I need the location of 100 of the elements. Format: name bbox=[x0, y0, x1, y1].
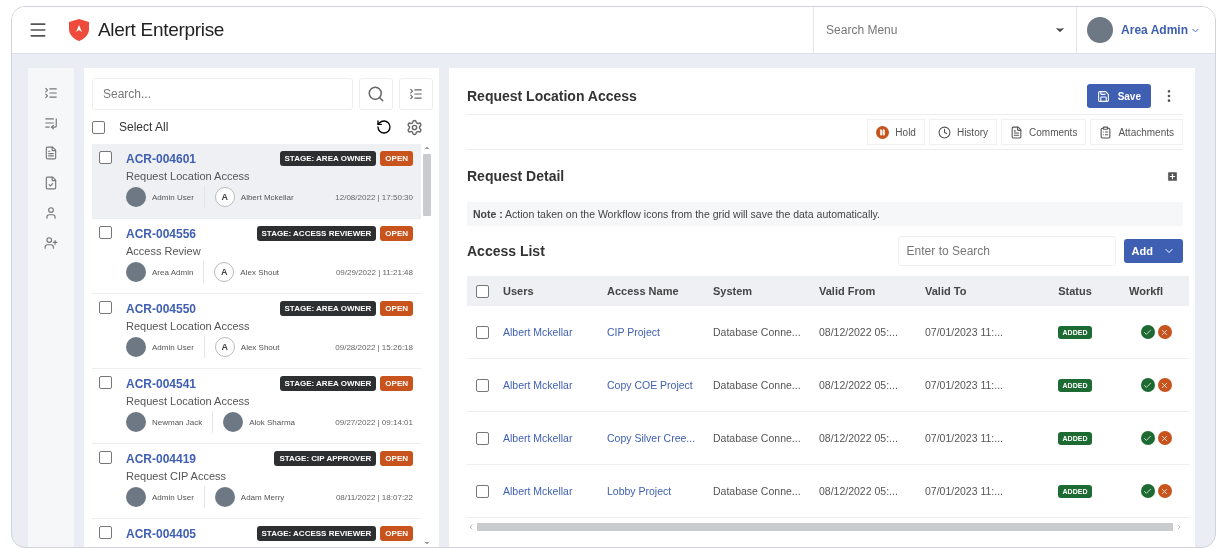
request-id-link[interactable]: ACR-004556 bbox=[126, 226, 197, 241]
status-tag: OPEN bbox=[380, 526, 413, 541]
scrollbar-thumb[interactable] bbox=[477, 523, 1173, 531]
expand-list-icon[interactable] bbox=[44, 116, 58, 130]
assignee-name: Albert Mckellar bbox=[240, 192, 294, 202]
stage-tag: STAGE: AREA OWNER bbox=[279, 376, 377, 391]
save-icon[interactable] bbox=[1096, 89, 1110, 103]
user-menu[interactable]: Area Admin bbox=[1121, 23, 1201, 37]
request-id-link[interactable]: ACR-004405 bbox=[126, 526, 197, 541]
request-checkbox[interactable] bbox=[99, 226, 112, 239]
user-link[interactable]: Albert Mckellar bbox=[503, 326, 573, 338]
collapse-list-icon[interactable] bbox=[44, 86, 58, 100]
access-name-link[interactable]: Copy COE Project bbox=[607, 379, 693, 391]
search-icon[interactable] bbox=[367, 85, 385, 103]
action-button[interactable]: Comments bbox=[1001, 119, 1087, 145]
request-checkbox[interactable] bbox=[99, 451, 112, 464]
page-title: Request Location Access bbox=[467, 88, 637, 104]
scrollbar-thumb[interactable] bbox=[423, 154, 431, 216]
reject-icon[interactable] bbox=[1157, 431, 1172, 445]
save-button[interactable]: Save bbox=[1086, 84, 1151, 108]
requester-name: Admin User bbox=[152, 192, 194, 202]
avatar-circle bbox=[126, 412, 146, 432]
row-checkbox[interactable] bbox=[475, 484, 489, 498]
table-cell: Database Conne... bbox=[713, 432, 801, 444]
approve-icon[interactable] bbox=[1140, 378, 1155, 392]
section-title: Access List bbox=[467, 243, 545, 259]
user-link[interactable]: Albert Mckellar bbox=[503, 432, 573, 444]
clipboard-icon bbox=[1099, 125, 1113, 139]
table-cell: 07/01/2023 11:... bbox=[925, 432, 1004, 444]
status-tag: OPEN bbox=[380, 451, 413, 466]
user-icon[interactable] bbox=[44, 206, 58, 220]
add-user-icon[interactable] bbox=[44, 236, 58, 250]
request-checkbox[interactable] bbox=[99, 151, 112, 164]
row-checkbox[interactable] bbox=[475, 378, 489, 392]
status-tag: OPEN bbox=[380, 151, 413, 166]
assignee-name: Alex Shout bbox=[240, 342, 280, 352]
avatar-circle bbox=[126, 187, 146, 207]
reject-icon[interactable] bbox=[1157, 325, 1172, 339]
reject-icon[interactable] bbox=[1157, 484, 1172, 498]
user-link[interactable]: Albert Mckellar bbox=[503, 485, 573, 497]
table-cell: 07/01/2023 11:... bbox=[925, 485, 1004, 497]
table-cell: Database Conne... bbox=[713, 326, 801, 338]
table-cell: Database Conne... bbox=[713, 379, 801, 391]
settings-icon[interactable] bbox=[406, 118, 423, 136]
search-menu-input[interactable]: Search Menu bbox=[824, 14, 1049, 46]
avatar-letter: A bbox=[214, 337, 235, 357]
avatar-circle bbox=[126, 337, 146, 357]
stage-tag: STAGE: CIP APPROVER bbox=[274, 451, 377, 466]
menu-icon[interactable] bbox=[28, 20, 48, 40]
approve-icon[interactable] bbox=[1140, 484, 1155, 498]
avatar-letter: A bbox=[214, 187, 235, 207]
avatar-circle bbox=[1087, 17, 1114, 43]
action-button[interactable]: Hold bbox=[867, 119, 925, 145]
approve-icon[interactable] bbox=[1140, 431, 1155, 445]
user-link[interactable]: Albert Mckellar bbox=[503, 379, 573, 391]
brand-name: Alert Enterprise bbox=[98, 19, 225, 41]
action-button[interactable]: History bbox=[928, 119, 998, 145]
scroll-down-icon[interactable] bbox=[423, 539, 431, 547]
header-checkbox[interactable] bbox=[475, 284, 489, 298]
request-id-link[interactable]: ACR-004541 bbox=[126, 376, 197, 391]
refresh-icon[interactable] bbox=[376, 119, 392, 135]
access-name-link[interactable]: Lobby Project bbox=[607, 485, 672, 497]
search-menu-field[interactable]: Search Menu bbox=[813, 7, 1078, 53]
request-id-link[interactable]: ACR-004601 bbox=[126, 151, 197, 166]
table-cell: Database Conne... bbox=[713, 485, 801, 497]
scroll-up-icon[interactable] bbox=[423, 144, 431, 152]
request-checkbox[interactable] bbox=[99, 526, 112, 539]
requester-name: Newman Jack bbox=[152, 417, 203, 427]
request-title: Access Review bbox=[126, 245, 202, 257]
access-name-link[interactable]: CIP Project bbox=[607, 326, 660, 338]
row-checkbox[interactable] bbox=[475, 325, 489, 339]
reject-icon[interactable] bbox=[1157, 378, 1172, 392]
search-field[interactable]: Search... bbox=[92, 78, 353, 110]
search-button[interactable] bbox=[359, 78, 393, 110]
assignee-name: Alok Sharma bbox=[249, 417, 296, 427]
collapse-list-button[interactable] bbox=[399, 78, 433, 110]
select-all-checkbox[interactable] bbox=[92, 120, 105, 134]
request-title: Request Location Access bbox=[126, 395, 251, 407]
stage-tag: STAGE: AREA OWNER bbox=[279, 151, 377, 166]
access-name-link[interactable]: Copy Silver Cree... bbox=[607, 432, 696, 444]
action-button[interactable]: Attachments bbox=[1090, 119, 1183, 145]
note-text: Note : Action taken on the Workflow icons from the grid will save the data automatically. bbox=[467, 202, 1183, 226]
clock-icon bbox=[937, 125, 951, 139]
collapse-list-icon[interactable] bbox=[409, 87, 423, 101]
row-checkbox[interactable] bbox=[475, 431, 489, 445]
expand-icon[interactable] bbox=[1166, 169, 1179, 183]
table-cell: 07/01/2023 11:... bbox=[925, 379, 1004, 391]
approve-icon[interactable] bbox=[1140, 325, 1155, 339]
request-time: 12/08/2022 | 17:50:30 bbox=[335, 192, 413, 202]
request-list-item[interactable]: ACR-004601 STAGE: AREA OWNER OPEN Request Location Access Admin User A Albert Mckellar 12/08/2022 | 17:50:30 bbox=[92, 144, 421, 219]
stage-tag: STAGE: ACCESS REVIEWER bbox=[256, 226, 377, 241]
document-check-icon[interactable] bbox=[44, 176, 58, 190]
request-id-link[interactable]: ACR-004419 bbox=[126, 451, 197, 466]
requester-name: Admin User bbox=[152, 342, 194, 352]
request-checkbox[interactable] bbox=[99, 301, 112, 314]
document-icon[interactable] bbox=[44, 146, 58, 160]
add-button[interactable]: Add bbox=[1123, 239, 1183, 263]
request-id-link[interactable]: ACR-004550 bbox=[126, 301, 197, 316]
request-checkbox[interactable] bbox=[99, 376, 112, 389]
access-search-field[interactable]: Enter to Search bbox=[897, 236, 1116, 266]
